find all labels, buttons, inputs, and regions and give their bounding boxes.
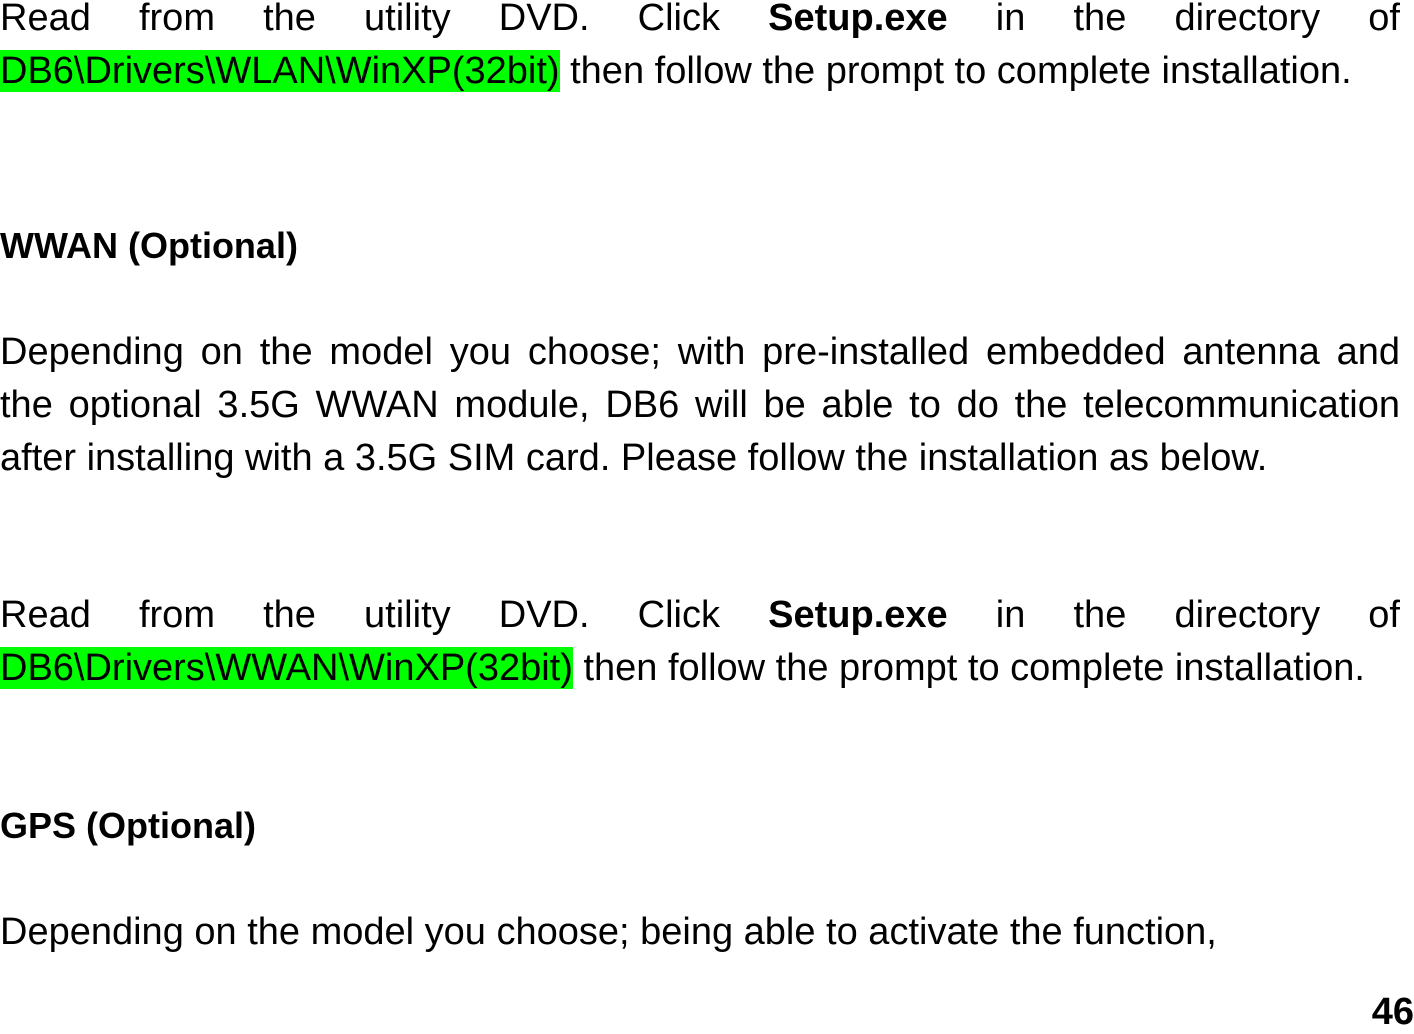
wlan-instruction-paragraph: Read from the utility DVD. Click Setup.e…: [0, 0, 1400, 98]
instruction-text: in the directory of: [947, 594, 1400, 636]
wlan-driver-path: DB6\Drivers\WLAN\WinXP(32bit): [0, 50, 560, 92]
instruction-text: in the directory of: [947, 0, 1400, 39]
instruction-text: Read from the utility DVD. Click: [0, 0, 769, 39]
setup-exe-filename: Setup.exe: [768, 0, 948, 39]
wwan-driver-path: DB6\Drivers\WWAN\WinXP(32bit): [0, 647, 573, 689]
instruction-text: then follow the prompt to complete insta…: [572, 647, 1365, 689]
gps-heading: GPS (Optional): [0, 805, 256, 846]
instruction-text: Read from the utility DVD. Click: [0, 594, 769, 636]
page-number: 46: [1371, 991, 1414, 1033]
gps-description: Depending on the model you choose; being…: [0, 911, 1217, 953]
wwan-heading: WWAN (Optional): [0, 225, 298, 266]
wwan-description: Depending on the model you choose; with …: [0, 331, 1400, 479]
instruction-text: then follow the prompt to complete insta…: [559, 50, 1352, 92]
wwan-instruction-paragraph: Read from the utility DVD. Click Setup.e…: [0, 589, 1400, 695]
setup-exe-filename: Setup.exe: [768, 594, 948, 636]
